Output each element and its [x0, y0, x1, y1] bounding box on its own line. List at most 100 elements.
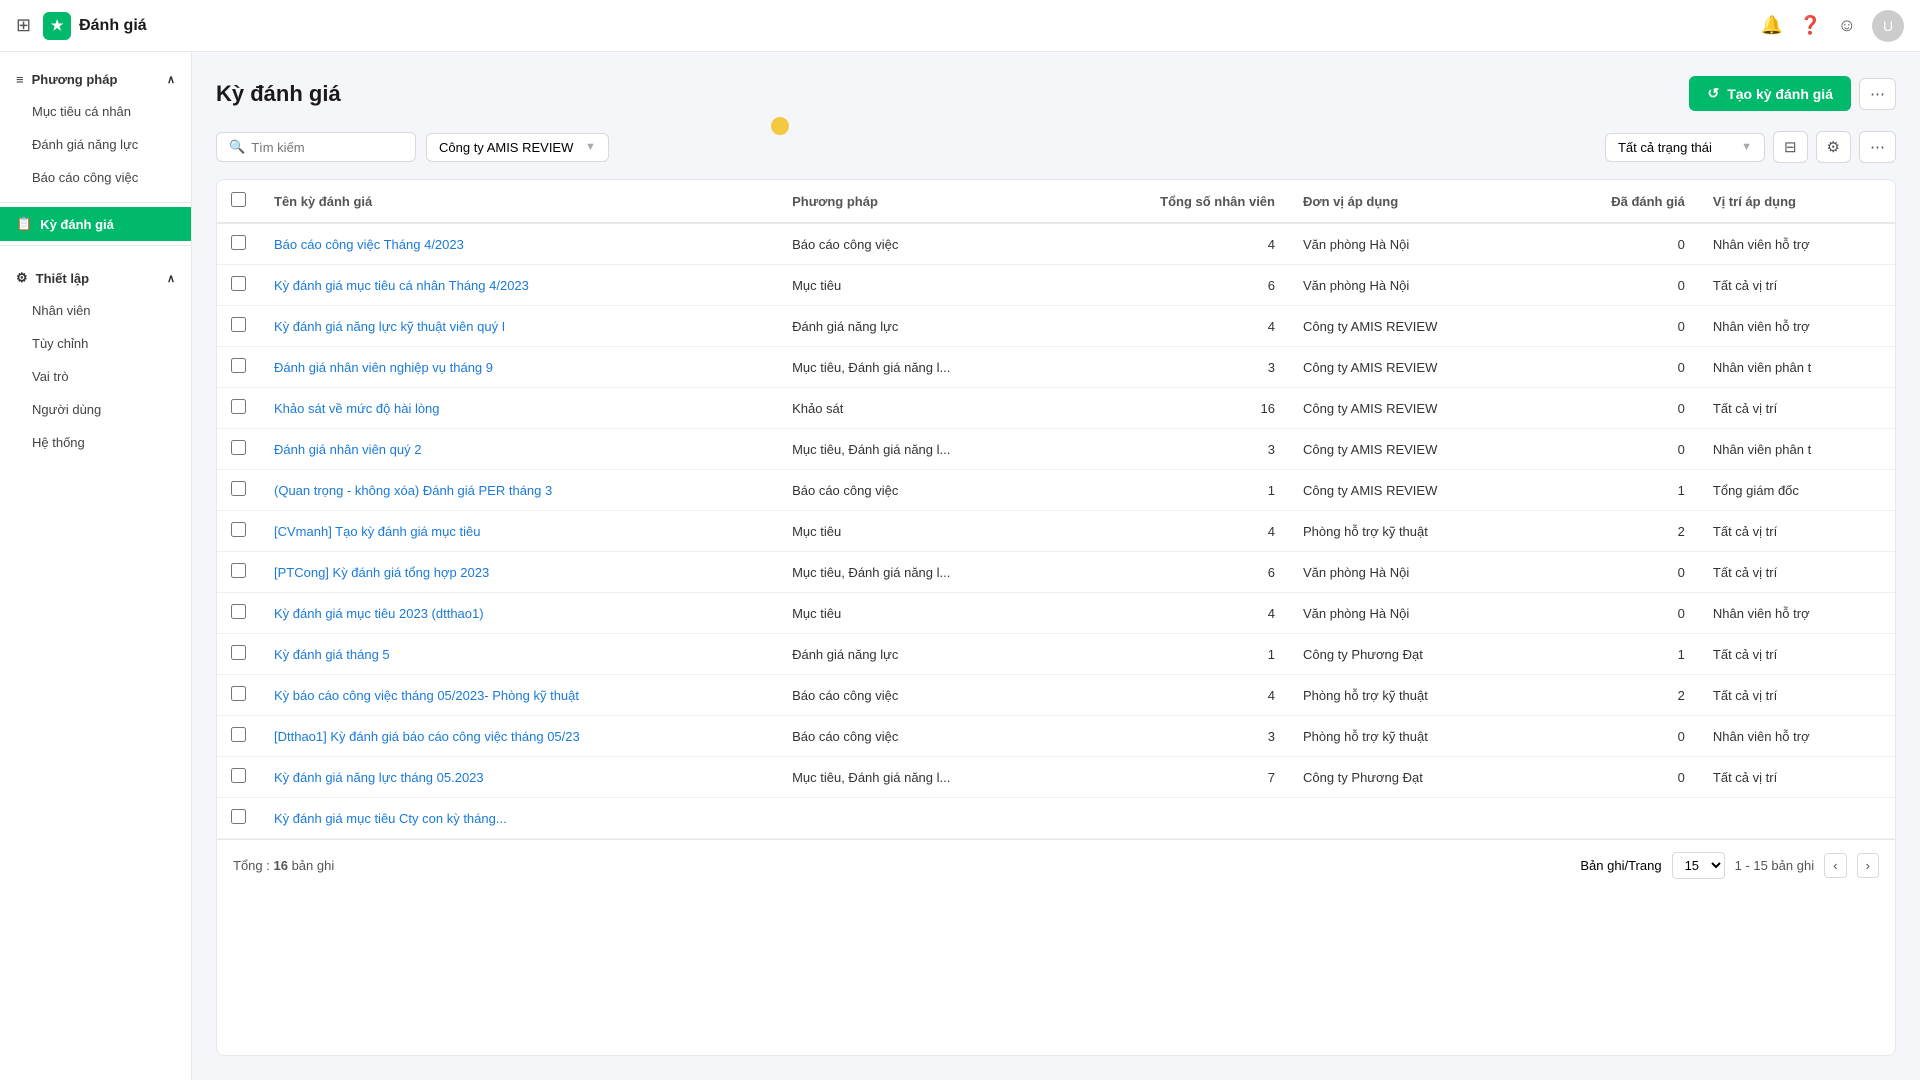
- row-checkbox-cell[interactable]: [217, 306, 260, 347]
- row-name: Kỳ đánh giá mục tiêu 2023 (dtthao1): [260, 593, 778, 634]
- row-checkbox[interactable]: [231, 235, 246, 250]
- row-checkbox-cell[interactable]: [217, 552, 260, 593]
- toolbar: 🔍 Công ty AMIS REVIEW ▼ Tất cả trạng thá…: [216, 131, 1896, 163]
- sidebar-item-muc-tieu-ca-nhan[interactable]: Mục tiêu cá nhân: [0, 95, 191, 128]
- sidebar-item-nguoi-dung[interactable]: Người dùng: [0, 393, 191, 426]
- row-position: Tất cả vị trí: [1699, 675, 1895, 716]
- row-checkbox[interactable]: [231, 358, 246, 373]
- sidebar-group-phuong-phap[interactable]: ≡ Phương pháp ∧: [0, 64, 191, 95]
- filter-button[interactable]: ⊟: [1773, 131, 1808, 163]
- table-row: Đánh giá nhân viên quý 2 Mục tiêu, Đánh …: [217, 429, 1895, 470]
- sidebar-item-vai-tro[interactable]: Vai trò: [0, 360, 191, 393]
- row-checkbox-cell[interactable]: [217, 716, 260, 757]
- table-row: Đánh giá nhân viên nghiệp vụ tháng 9 Mục…: [217, 347, 1895, 388]
- row-method: Báo cáo công việc: [778, 223, 1067, 265]
- row-name-link[interactable]: Kỳ đánh giá mục tiêu Cty con kỳ tháng...: [274, 811, 507, 826]
- per-page-select[interactable]: 15 30 50: [1672, 852, 1725, 879]
- row-checkbox-cell[interactable]: [217, 429, 260, 470]
- next-page-button[interactable]: ›: [1857, 853, 1879, 878]
- row-name-link[interactable]: [PTCong] Kỳ đánh giá tổng hợp 2023: [274, 565, 489, 580]
- sidebar-item-ky-danh-gia[interactable]: 📋 Kỳ đánh giá: [0, 207, 191, 241]
- sidebar-item-tuy-chinh[interactable]: Tùy chỉnh: [0, 327, 191, 360]
- row-name-link[interactable]: (Quan trọng - không xóa) Đánh giá PER th…: [274, 483, 552, 498]
- row-checkbox-cell[interactable]: [217, 470, 260, 511]
- search-box[interactable]: 🔍: [216, 132, 416, 162]
- row-name-link[interactable]: Báo cáo công việc Tháng 4/2023: [274, 237, 464, 252]
- row-checkbox[interactable]: [231, 686, 246, 701]
- avatar[interactable]: U: [1872, 10, 1904, 42]
- table-row: Khảo sát về mức độ hài lòng Khảo sát 16 …: [217, 388, 1895, 429]
- row-checkbox-cell[interactable]: [217, 511, 260, 552]
- row-checkbox-cell[interactable]: [217, 757, 260, 798]
- select-all-header[interactable]: [217, 180, 260, 223]
- search-input[interactable]: [251, 140, 403, 155]
- row-position: Nhân viên hỗ trợ: [1699, 593, 1895, 634]
- sidebar-item-danh-gia-nang-luc[interactable]: Đánh giá năng lực: [0, 128, 191, 161]
- row-checkbox[interactable]: [231, 440, 246, 455]
- row-checkbox[interactable]: [231, 481, 246, 496]
- status-select[interactable]: Tất cả trạng thái: [1618, 140, 1731, 155]
- row-checkbox[interactable]: [231, 276, 246, 291]
- row-name-link[interactable]: Kỳ đánh giá mục tiêu cá nhân Tháng 4/202…: [274, 278, 529, 293]
- company-filter[interactable]: Công ty AMIS REVIEW ▼: [426, 133, 609, 162]
- thiet-lap-icon: ⚙: [16, 270, 28, 286]
- row-checkbox-cell[interactable]: [217, 347, 260, 388]
- create-button[interactable]: ↺ Tạo kỳ đánh giá: [1689, 76, 1851, 111]
- grid-icon[interactable]: ⊞: [16, 15, 31, 36]
- row-checkbox[interactable]: [231, 563, 246, 578]
- row-name-link[interactable]: Kỳ báo cáo công việc tháng 05/2023- Phòn…: [274, 688, 579, 703]
- select-all-checkbox[interactable]: [231, 192, 246, 207]
- row-checkbox-cell[interactable]: [217, 634, 260, 675]
- row-checkbox-cell[interactable]: [217, 593, 260, 634]
- row-checkbox[interactable]: [231, 809, 246, 824]
- row-name-link[interactable]: Kỳ đánh giá năng lực tháng 05.2023: [274, 770, 484, 785]
- row-checkbox[interactable]: [231, 317, 246, 332]
- col-header-total: Tổng số nhân viên: [1067, 180, 1289, 223]
- prev-page-button[interactable]: ‹: [1824, 853, 1846, 878]
- main-content: Kỳ đánh giá ↺ Tạo kỳ đánh giá ⋯ 🔍 Công t…: [192, 52, 1920, 1080]
- column-settings-button[interactable]: ⚙: [1816, 131, 1851, 163]
- row-checkbox[interactable]: [231, 604, 246, 619]
- table-row: Kỳ đánh giá mục tiêu 2023 (dtthao1) Mục …: [217, 593, 1895, 634]
- bell-button[interactable]: 🔔: [1761, 15, 1783, 36]
- row-checkbox-cell[interactable]: [217, 265, 260, 306]
- row-checkbox[interactable]: [231, 768, 246, 783]
- table-row: (Quan trọng - không xóa) Đánh giá PER th…: [217, 470, 1895, 511]
- row-checkbox[interactable]: [231, 399, 246, 414]
- help-button[interactable]: ❓: [1799, 15, 1821, 36]
- row-checkbox-cell[interactable]: [217, 388, 260, 429]
- row-checkbox[interactable]: [231, 727, 246, 742]
- row-checkbox-cell[interactable]: [217, 675, 260, 716]
- row-name-link[interactable]: Kỳ đánh giá tháng 5: [274, 647, 390, 662]
- status-filter[interactable]: Tất cả trạng thái ▼: [1605, 133, 1765, 162]
- sidebar-item-bao-cao-cong-viec[interactable]: Báo cáo công việc: [0, 161, 191, 194]
- row-name-link[interactable]: [Dtthao1] Kỳ đánh giá báo cáo công việc …: [274, 729, 580, 744]
- sidebar-item-nhan-vien[interactable]: Nhân viên: [0, 294, 191, 327]
- row-method: Đánh giá năng lực: [778, 306, 1067, 347]
- phuong-phap-icon: ≡: [16, 72, 24, 87]
- data-table-wrapper: Tên kỳ đánh giá Phương pháp Tổng số nhân…: [216, 179, 1896, 1056]
- row-name-link[interactable]: Khảo sát về mức độ hài lòng: [274, 401, 440, 416]
- sidebar-item-he-thong[interactable]: Hệ thống: [0, 426, 191, 459]
- table-row: [CVmanh] Tạo kỳ đánh giá mục tiêu Mục ti…: [217, 511, 1895, 552]
- row-reviewed: 0: [1541, 593, 1699, 634]
- more-options-button[interactable]: ⋯: [1859, 78, 1896, 110]
- company-select[interactable]: Công ty AMIS REVIEW: [439, 140, 575, 155]
- row-name-link[interactable]: Đánh giá nhân viên nghiệp vụ tháng 9: [274, 360, 493, 375]
- row-name-link[interactable]: Kỳ đánh giá năng lực kỹ thuật viên quý I: [274, 319, 505, 334]
- row-checkbox-cell[interactable]: [217, 223, 260, 265]
- row-name-link[interactable]: Kỳ đánh giá mục tiêu 2023 (dtthao1): [274, 606, 484, 621]
- toolbar-more-button[interactable]: ⋯: [1859, 131, 1896, 163]
- sidebar-group-thiet-lap[interactable]: ⚙ Thiết lập ∧: [0, 262, 191, 294]
- row-method: Mục tiêu, Đánh giá năng l...: [778, 552, 1067, 593]
- row-name-link[interactable]: [CVmanh] Tạo kỳ đánh giá mục tiêu: [274, 524, 480, 539]
- row-checkbox[interactable]: [231, 645, 246, 660]
- row-checkbox-cell[interactable]: [217, 798, 260, 839]
- header-right: ↺ Tạo kỳ đánh giá ⋯: [1689, 76, 1896, 111]
- face-button[interactable]: ☺: [1838, 15, 1856, 36]
- row-name-link[interactable]: Đánh giá nhân viên quý 2: [274, 442, 421, 457]
- row-checkbox[interactable]: [231, 522, 246, 537]
- col-header-unit: Đơn vị áp dụng: [1289, 180, 1541, 223]
- row-reviewed: 0: [1541, 347, 1699, 388]
- row-reviewed: 0: [1541, 429, 1699, 470]
